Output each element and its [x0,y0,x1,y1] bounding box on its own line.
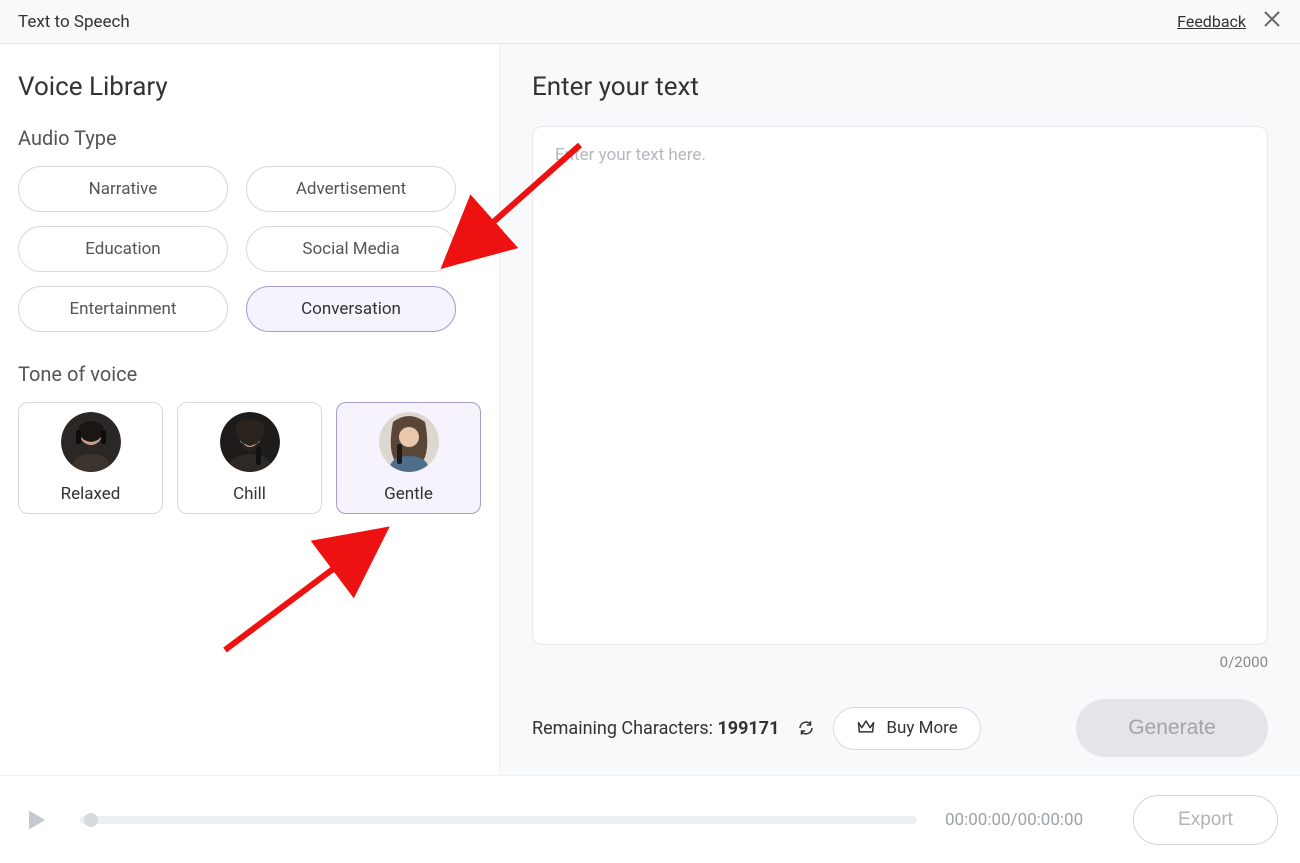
avatar [61,412,121,472]
tone-label: Relaxed [61,484,121,504]
refresh-icon[interactable] [797,719,815,737]
tone-chill[interactable]: Chill [177,402,322,514]
audio-type-conversation[interactable]: Conversation [246,286,456,332]
player-footer: 00:00:00/00:00:00 Export [0,775,1300,863]
bottom-row: Remaining Characters: 199171 Buy More Ge… [532,699,1268,757]
remaining-characters-label: Remaining Characters: [532,718,713,739]
sidebar: Voice Library Audio Type Narrative Adver… [0,44,500,775]
audio-type-education[interactable]: Education [18,226,228,272]
audio-type-social-media[interactable]: Social Media [246,226,456,272]
generate-button[interactable]: Generate [1076,699,1268,757]
export-button[interactable]: Export [1133,795,1278,845]
playback-slider[interactable] [80,816,917,824]
crown-icon [856,716,876,741]
playback-time: 00:00:00/00:00:00 [945,810,1105,830]
main-panel: Enter your text 0/2000 Remaining Charact… [500,44,1300,775]
buy-more-label: Buy More [886,718,957,738]
text-input[interactable] [532,126,1268,645]
remaining-characters-value: 199171 [717,718,779,739]
avatar [379,412,439,472]
remaining-characters-text: Remaining Characters: 199171 [532,718,779,739]
audio-type-advertisement[interactable]: Advertisement [246,166,456,212]
feedback-link[interactable]: Feedback [1177,12,1246,31]
header-actions: Feedback [1177,9,1282,34]
audio-type-entertainment[interactable]: Entertainment [18,286,228,332]
tone-gentle[interactable]: Gentle [336,402,481,514]
voice-library-title: Voice Library [18,72,481,102]
app-title: Text to Speech [18,12,130,32]
enter-text-title: Enter your text [532,72,1268,102]
close-icon[interactable] [1262,9,1282,34]
tone-of-voice-label: Tone of voice [18,362,481,386]
remaining-characters-row: Remaining Characters: 199171 Buy More [532,707,981,750]
tone-relaxed[interactable]: Relaxed [18,402,163,514]
header-bar: Text to Speech Feedback [0,0,1300,44]
avatar [220,412,280,472]
content-area: Voice Library Audio Type Narrative Adver… [0,44,1300,775]
tone-label: Chill [233,484,266,504]
buy-more-button[interactable]: Buy More [833,707,980,750]
tone-label: Gentle [384,484,433,504]
play-icon[interactable] [22,805,52,835]
audio-type-narrative[interactable]: Narrative [18,166,228,212]
audio-type-label: Audio Type [18,126,481,150]
slider-thumb[interactable] [84,813,98,827]
char-counter: 0/2000 [532,653,1268,671]
